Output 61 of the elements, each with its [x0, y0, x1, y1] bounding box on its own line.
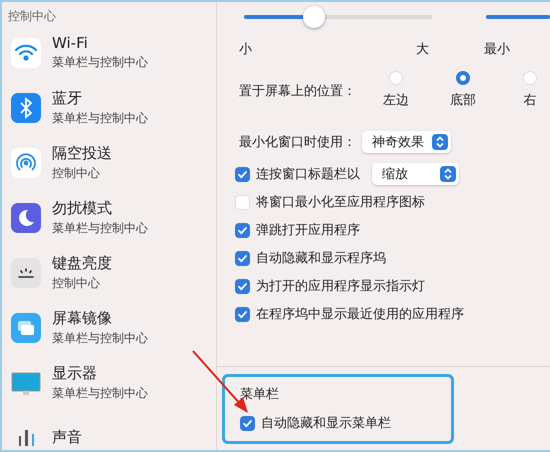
checkbox[interactable] — [240, 416, 255, 430]
sidebar-item[interactable]: 屏幕镜像 菜单栏与控制中心 — [8, 300, 216, 355]
item-subtitle: 菜单栏与控制中心 — [52, 384, 148, 402]
check-icon — [242, 418, 253, 428]
stepper-icon — [440, 166, 456, 182]
item-title: 蓝牙 — [52, 88, 83, 108]
slider-min-label: 小 — [239, 41, 253, 58]
sidebar-item[interactable]: 声音 — [8, 410, 216, 450]
item-subtitle: 控制中心 — [52, 164, 101, 182]
item-title: 隔空投送 — [52, 144, 112, 162]
checkbox[interactable] — [235, 222, 250, 238]
radio-label: 左边 — [383, 92, 409, 109]
checkbox[interactable] — [235, 278, 250, 294]
item-subtitle: 控制中心 — [52, 274, 101, 292]
checkbox-label: 将窗口最小化至应用程序图标 — [256, 194, 425, 211]
item-subtitle: 菜单栏与控制中心 — [52, 54, 148, 71]
check-icon — [237, 308, 248, 320]
brightness-icon — [17, 268, 35, 278]
sidebar-item[interactable]: 蓝牙 菜单栏与控制中心 — [8, 80, 216, 135]
item-title: 声音 — [52, 428, 82, 447]
checkbox-label: 为打开的应用程序显示指示灯 — [256, 278, 425, 295]
item-title: 显示器 — [52, 364, 98, 382]
check-icon — [237, 252, 248, 264]
checkbox[interactable] — [235, 166, 250, 182]
radio-label: 底部 — [450, 92, 476, 109]
section-header: 控制中心 — [8, 8, 57, 25]
item-title: Wi-Fi — [52, 34, 89, 52]
sidebar-item[interactable]: 隔空投送 控制中心 — [8, 135, 216, 190]
check-icon — [237, 280, 248, 292]
radio-label: 右 — [524, 92, 536, 109]
popup-button[interactable]: 神奇效果 — [362, 131, 451, 153]
radio-button[interactable] — [456, 71, 470, 85]
sidebar-item[interactable]: 显示器 菜单栏与控制中心 — [8, 355, 216, 410]
item-subtitle: 菜单栏与控制中心 — [52, 110, 148, 126]
checkbox-label: 自动隐藏和显示程序坞 — [256, 250, 386, 267]
stepper-icon — [432, 134, 448, 150]
checkbox-label: 连按窗口标题栏以 — [256, 166, 360, 183]
check-icon — [237, 224, 248, 236]
magnify-slider[interactable] — [486, 15, 550, 19]
item-title: 勿扰模式 — [52, 198, 113, 218]
sidebar-item[interactable]: Wi-Fi 菜单栏与控制中心 — [8, 25, 216, 80]
sidebar-item[interactable]: 键盘亮度 控制中心 — [8, 245, 216, 300]
slider-min-label: 最小 — [484, 41, 510, 58]
checkbox[interactable] — [235, 194, 250, 210]
minimize-label: 最小化窗口时使用： — [239, 134, 356, 151]
checkbox-label: 自动隐藏和显示菜单栏 — [261, 415, 391, 432]
slider-max-label: 大 — [416, 41, 430, 58]
checkbox[interactable] — [235, 306, 250, 322]
position-label: 置于屏幕上的位置： — [239, 83, 356, 100]
item-title: 键盘亮度 — [52, 254, 112, 272]
item-subtitle: 菜单栏与控制中心 — [52, 220, 148, 236]
checkbox[interactable] — [235, 250, 250, 266]
popup-button[interactable]: 缩放 — [372, 163, 459, 185]
section-title: 菜单栏 — [240, 386, 280, 404]
item-subtitle: 菜单栏与控制中心 — [52, 330, 148, 346]
sidebar-item[interactable]: 勿扰模式 菜单栏与控制中心 — [8, 190, 216, 245]
speaker-icon — [18, 429, 34, 446]
checkbox-label: 弹跳打开应用程序 — [256, 222, 360, 239]
check-icon — [237, 168, 248, 180]
checkbox-label: 在程序坞中显示最近使用的应用程序 — [256, 306, 464, 323]
item-title: 屏幕镜像 — [52, 308, 113, 328]
